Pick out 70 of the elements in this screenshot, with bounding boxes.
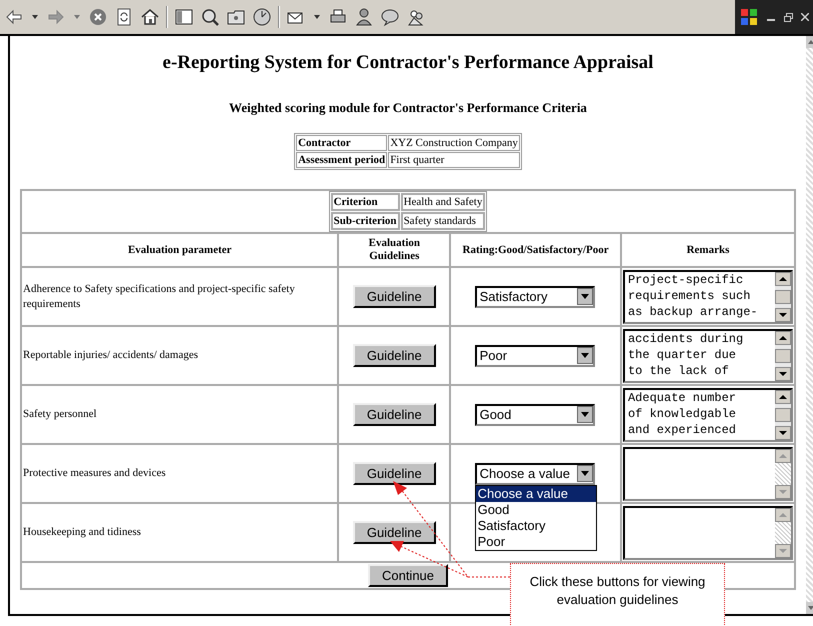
- scrollbar[interactable]: [774, 508, 791, 558]
- parameter-cell: Protective measures and devices: [21, 444, 338, 503]
- rating-select[interactable]: Choose a value: [474, 462, 595, 484]
- speech-bubble-icon[interactable]: [380, 7, 400, 27]
- page-subtitle: Weighted scoring module for Contractor's Performance Criteria: [228, 98, 588, 117]
- scroll-thumb[interactable]: [774, 290, 791, 304]
- remarks-field[interactable]: [622, 446, 793, 500]
- continue-button[interactable]: Continue: [368, 564, 448, 587]
- search-icon[interactable]: [200, 7, 220, 27]
- scroll-down-button[interactable]: [774, 366, 791, 380]
- column-header: Evaluation parameter: [21, 233, 338, 267]
- parameter-cell: Reportable injuries/ accidents/ damages: [21, 326, 338, 385]
- scroll-up-button[interactable]: [774, 448, 791, 462]
- windows-logo-icon: [739, 7, 760, 27]
- field-value: XYZ Construction Company: [388, 135, 520, 151]
- guideline-button[interactable]: Guideline: [352, 285, 436, 308]
- rating-select[interactable]: Poor: [474, 344, 595, 366]
- guideline-button[interactable]: Guideline: [352, 521, 436, 544]
- scroll-up-button[interactable]: [774, 272, 791, 286]
- dropdown-option[interactable]: Good: [476, 502, 596, 518]
- home-icon[interactable]: [140, 7, 160, 27]
- caret-icon[interactable]: [580, 294, 589, 299]
- remarks-field[interactable]: [622, 506, 793, 560]
- scrollbar[interactable]: [774, 390, 791, 440]
- remarks-field[interactable]: Project-specific requirements such as backup arrange-: [622, 270, 793, 324]
- field-label: Assessment period: [296, 152, 388, 168]
- field-value: Safety standards: [400, 212, 486, 230]
- close-icon[interactable]: [800, 13, 809, 21]
- stop-icon[interactable]: [88, 7, 108, 27]
- field-label: Sub-criterion: [330, 212, 400, 230]
- restore-icon[interactable]: [784, 12, 793, 22]
- caret-icon[interactable]: [580, 471, 589, 476]
- guideline-button[interactable]: Guideline: [352, 344, 436, 367]
- column-header: Remarks: [620, 233, 795, 267]
- caret-icon[interactable]: [580, 412, 589, 417]
- sidebar-icon[interactable]: [174, 7, 194, 27]
- scroll-down-button[interactable]: [774, 426, 791, 440]
- dropdown-option[interactable]: Poor: [476, 534, 596, 550]
- rating-select[interactable]: Satisfactory: [474, 286, 595, 308]
- remarks-field[interactable]: Adequate number of knowledgable and experienced: [622, 388, 793, 442]
- parameter-cell: Adherence to Safety specifications and project-specific safety requirements: [21, 267, 338, 326]
- scroll-up-button[interactable]: [774, 390, 791, 404]
- clock-icon[interactable]: [252, 7, 272, 27]
- field-label: Criterion: [330, 193, 400, 211]
- guideline-button[interactable]: Guideline: [352, 462, 436, 485]
- scroll-up-button[interactable]: [774, 508, 791, 522]
- page-title: e-Reporting System for Contractor's Performance Appraisal: [162, 51, 654, 75]
- dropdown-option[interactable]: Satisfactory: [476, 518, 596, 534]
- dropdown-option[interactable]: Choose a value: [476, 486, 596, 502]
- parameter-cell: Housekeeping and tidiness: [21, 503, 338, 562]
- column-header: Rating:Good/Satisfactory/Poor: [450, 233, 621, 267]
- parameter-cell: Safety personnel: [21, 385, 338, 444]
- scroll-up-button[interactable]: [774, 330, 791, 344]
- scroll-down-button[interactable]: [774, 308, 791, 322]
- back-arrow-icon[interactable]: [4, 7, 24, 27]
- scroll-thumb[interactable]: [774, 348, 791, 362]
- field-value: Health and Safety: [400, 193, 486, 211]
- scrollbar[interactable]: [774, 272, 791, 322]
- scrollbar[interactable]: [774, 448, 791, 498]
- column-header: Evaluation Guidelines: [338, 233, 450, 267]
- callout-note: Click these buttons for viewing evaluation guidelines: [510, 563, 725, 626]
- caret-icon[interactable]: [580, 353, 589, 358]
- field-label: Contractor: [296, 135, 388, 151]
- remarks-field[interactable]: accidents during the quarter due to the lack of: [622, 328, 793, 382]
- field-value: First quarter: [388, 152, 520, 168]
- scroll-thumb[interactable]: [774, 408, 791, 422]
- person-icon[interactable]: [354, 7, 374, 27]
- scrollbar[interactable]: [774, 330, 791, 380]
- rating-select[interactable]: Good: [474, 404, 595, 426]
- guideline-button[interactable]: Guideline: [352, 403, 436, 426]
